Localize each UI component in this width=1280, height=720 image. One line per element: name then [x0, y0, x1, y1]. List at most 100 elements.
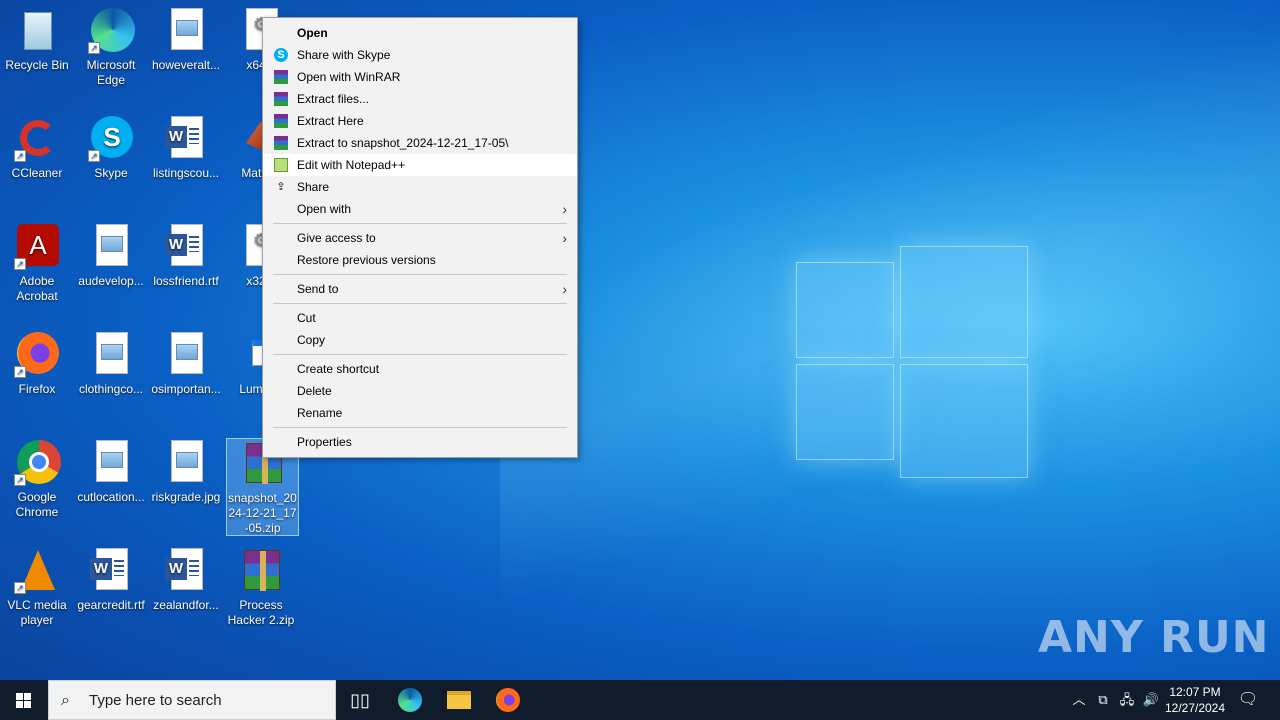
- taskbar-clock[interactable]: 12:07 PM 12/27/2024: [1162, 684, 1228, 716]
- show-hidden-icons-button[interactable]: ︿: [1068, 680, 1090, 720]
- desktop-icon-label: Skype: [94, 166, 128, 180]
- speaker-icon: 🔊: [1142, 692, 1160, 707]
- desktop-icon-zealandfor[interactable]: W zealandfor...: [149, 548, 223, 613]
- notification-icon: 🗨: [1237, 691, 1259, 708]
- menu-item-share[interactable]: ⇪ Share: [263, 176, 577, 198]
- desktop-icon-firefox[interactable]: ↗ Firefox: [0, 332, 74, 397]
- desktop-icon-label: cutlocation...: [77, 490, 145, 504]
- desktop-icon-adobe-acrobat[interactable]: A ↗ Adobe Acrobat: [0, 224, 74, 304]
- menu-item-restore-previous-versions[interactable]: Restore previous versions: [263, 249, 577, 271]
- menu-item-edit-with-notepadpp[interactable]: Edit with Notepad++: [263, 154, 577, 176]
- chevron-right-icon: ›: [562, 281, 567, 297]
- winrar-archive-icon: [238, 548, 284, 594]
- desktop-icon-label: lossfriend.rtf: [153, 274, 219, 288]
- desktop-icon-lossfriend[interactable]: W lossfriend.rtf: [149, 224, 223, 289]
- device-icon: ⧉: [1098, 692, 1108, 707]
- search-placeholder: Type here to search: [89, 692, 222, 709]
- image-file-icon: [163, 332, 209, 378]
- tray-app-icon[interactable]: ⧉: [1092, 680, 1114, 720]
- menu-item-open-with-winrar[interactable]: Open with WinRAR: [263, 66, 577, 88]
- image-file-icon: [88, 440, 134, 486]
- desktop-icon-recycle-bin[interactable]: Recycle Bin: [0, 8, 74, 73]
- menu-item-cut[interactable]: Cut: [263, 307, 577, 329]
- edge-icon: ↗: [88, 8, 135, 54]
- menu-separator: [273, 354, 567, 355]
- word-document-icon: W: [163, 224, 209, 270]
- taskbar-edge-button[interactable]: [386, 680, 434, 720]
- winrar-icon: [274, 136, 288, 150]
- menu-separator: [273, 223, 567, 224]
- desktop-icon-label: VLC media player: [7, 598, 67, 627]
- chevron-up-icon: ︿: [1072, 692, 1086, 707]
- start-button[interactable]: [0, 680, 48, 720]
- desktop-icon-google-chrome[interactable]: ↗ Google Chrome: [0, 440, 74, 520]
- context-menu: Open S Share with Skype Open with WinRAR …: [262, 17, 578, 458]
- desktop-icon-label: listingscou...: [152, 166, 220, 180]
- action-center-button[interactable]: 🗨: [1234, 680, 1262, 720]
- skype-icon: S ↗: [88, 116, 134, 162]
- folder-icon: [447, 691, 471, 709]
- desktop-icon-cutlocation[interactable]: cutlocation...: [74, 440, 148, 505]
- desktop-icon-clothingco[interactable]: clothingco...: [74, 332, 148, 397]
- menu-item-open[interactable]: Open: [263, 22, 577, 44]
- desktop-icon-riskgrade[interactable]: riskgrade.jpg: [149, 440, 223, 505]
- taskbar: ⌕ Type here to search ▯▯ ︿ ⧉ 🖧 🔊 12:07 P…: [0, 680, 1280, 720]
- image-file-icon: [88, 332, 134, 378]
- ccleaner-icon: ↗: [14, 116, 60, 162]
- network-button[interactable]: 🖧: [1116, 680, 1138, 720]
- desktop-icon-label: Adobe Acrobat: [16, 274, 58, 303]
- menu-item-extract-to-folder[interactable]: Extract to snapshot_2024-12-21_17-05\: [263, 132, 577, 154]
- taskbar-firefox-button[interactable]: [484, 680, 532, 720]
- windows-wallpaper-logo: [790, 240, 1030, 480]
- desktop-icon-label: howeveralt...: [151, 58, 221, 72]
- firefox-icon: ↗: [14, 332, 60, 378]
- desktop-icon-listingscou[interactable]: W listingscou...: [149, 116, 223, 181]
- share-icon: ⇪: [276, 181, 286, 193]
- search-icon: ⌕: [61, 692, 70, 709]
- desktop-icon-gearcredit[interactable]: W gearcredit.rtf: [74, 548, 148, 613]
- notepadpp-icon: [274, 158, 288, 172]
- skype-icon: S: [274, 48, 288, 62]
- anyrun-watermark: ANY RUN: [1038, 612, 1270, 663]
- desktop-icon-label: zealandfor...: [153, 598, 219, 612]
- menu-item-extract-files[interactable]: Extract files...: [263, 88, 577, 110]
- image-file-icon: [163, 8, 209, 54]
- desktop-icon-label: clothingco...: [78, 382, 144, 396]
- menu-item-delete[interactable]: Delete: [263, 380, 577, 402]
- clock-date: 12/27/2024: [1164, 701, 1226, 715]
- desktop-icon-skype[interactable]: S ↗ Skype: [74, 116, 148, 181]
- adobe-acrobat-icon: A ↗: [14, 224, 60, 270]
- chevron-right-icon: ›: [562, 230, 567, 246]
- recycle-bin-icon: [14, 8, 60, 54]
- clock-time: 12:07 PM: [1169, 685, 1221, 699]
- desktop-icon-ccleaner[interactable]: ↗ CCleaner: [0, 116, 74, 181]
- menu-item-rename[interactable]: Rename: [263, 402, 577, 424]
- menu-item-give-access-to[interactable]: Give access to ›: [263, 227, 577, 249]
- menu-item-send-to[interactable]: Send to ›: [263, 278, 577, 300]
- taskbar-file-explorer-button[interactable]: [435, 680, 483, 720]
- menu-item-share-with-skype[interactable]: S Share with Skype: [263, 44, 577, 66]
- desktop-icon-label: snapshot_2024-12-21_17-05.zip: [228, 491, 297, 535]
- desktop-icon-osimportan[interactable]: osimportan...: [149, 332, 223, 397]
- desktop-icon-audevelop[interactable]: audevelop...: [74, 224, 148, 289]
- menu-item-create-shortcut[interactable]: Create shortcut: [263, 358, 577, 380]
- volume-button[interactable]: 🔊: [1140, 680, 1162, 720]
- desktop-icon-process-hacker-zip[interactable]: Process Hacker 2.zip: [224, 548, 298, 628]
- menu-item-copy[interactable]: Copy: [263, 329, 577, 351]
- desktop-icon-label: Google Chrome: [15, 490, 59, 519]
- network-icon: 🖧: [1119, 692, 1135, 707]
- menu-separator: [273, 427, 567, 428]
- image-file-icon: [88, 224, 134, 270]
- desktop-icon-microsoft-edge[interactable]: ↗ Microsoft Edge: [74, 8, 148, 88]
- taskbar-search-box[interactable]: ⌕ Type here to search: [48, 680, 336, 720]
- task-view-button[interactable]: ▯▯: [336, 680, 384, 720]
- menu-item-open-with[interactable]: Open with ›: [263, 198, 577, 220]
- word-document-icon: W: [163, 116, 209, 162]
- chevron-right-icon: ›: [562, 201, 567, 217]
- menu-item-properties[interactable]: Properties: [263, 431, 577, 453]
- desktop-icon-vlc[interactable]: ↗ VLC media player: [0, 548, 74, 628]
- vlc-icon: ↗: [14, 548, 60, 594]
- menu-item-extract-here[interactable]: Extract Here: [263, 110, 577, 132]
- desktop-icon-howeveralt[interactable]: howeveralt...: [149, 8, 223, 73]
- desktop-icon-label: Microsoft Edge: [86, 58, 136, 87]
